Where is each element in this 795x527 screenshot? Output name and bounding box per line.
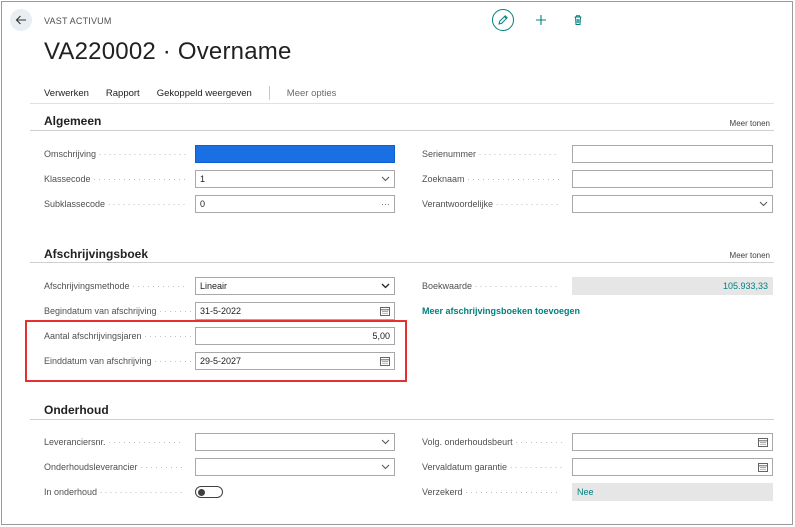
verzekerd-value[interactable]: Nee — [572, 483, 773, 501]
omschrijving-input[interactable] — [195, 145, 395, 163]
plus-icon — [536, 15, 546, 25]
label-serienummer: Serienummer ················ — [422, 149, 559, 159]
section-title-depreciation[interactable]: Afschrijvingsboek — [44, 247, 148, 261]
highlight-box — [25, 320, 407, 382]
section-divider-maintenance — [30, 419, 774, 420]
onderhoudsleverancier-select[interactable] — [195, 458, 395, 476]
volg-onderhoudsbeurt-input[interactable] — [572, 433, 773, 451]
edit-button[interactable] — [492, 9, 514, 31]
add-button[interactable] — [530, 9, 552, 31]
back-button[interactable] — [10, 9, 32, 31]
verantwoordelijke-select[interactable] — [572, 195, 773, 213]
page-title: VA220002 · Overname — [44, 38, 292, 65]
leveranciersnr-select[interactable] — [195, 433, 395, 451]
entity-type-label: VAST ACTIVUM — [44, 16, 112, 26]
label-leveranciersnr: Leveranciersnr. ··············· — [44, 437, 184, 447]
boekwaarde-value[interactable]: 105.933,33 — [572, 277, 773, 295]
chevron-down-icon — [376, 439, 390, 445]
afschrijvingsmethode-select[interactable]: Lineair — [195, 277, 395, 295]
label-verantwoordelijke: Verantwoordelijke ············· — [422, 199, 561, 209]
action-bar: Verwerken Rapport Gekoppeld weergeven Me… — [44, 86, 336, 100]
ellipsis-icon[interactable]: ··· — [376, 199, 390, 209]
serienummer-input[interactable] — [572, 145, 773, 163]
chevron-down-icon — [376, 464, 390, 470]
action-more-options[interactable]: Meer opties — [287, 88, 337, 99]
label-boekwaarde: Boekwaarde ················· — [422, 281, 560, 291]
label-klassecode: Klassecode ··················· — [44, 174, 188, 184]
action-verwerken[interactable]: Verwerken — [44, 88, 89, 99]
section-title-maintenance[interactable]: Onderhoud — [44, 403, 109, 417]
show-more-general[interactable]: Meer tonen — [730, 119, 770, 128]
pencil-icon — [498, 15, 508, 25]
vervaldatum-garantie-input[interactable] — [572, 458, 773, 476]
begindatum-input[interactable]: 31-5-2022 — [195, 302, 395, 320]
action-rapport[interactable]: Rapport — [106, 88, 140, 99]
toggle-knob — [198, 488, 205, 496]
label-vervaldatum-garantie: Vervaldatum garantie ··········· — [422, 462, 565, 472]
label-afschrijvingsmethode: Afschrijvingsmethode ··········· — [44, 281, 188, 291]
section-title-general[interactable]: Algemeen — [44, 114, 101, 128]
label-omschrijving: Omschrijving ·················· — [44, 149, 189, 159]
zoeknaam-input[interactable] — [572, 170, 773, 188]
label-verzekerd: Verzekerd ··················· — [422, 487, 560, 497]
in-onderhoud-toggle[interactable] — [195, 486, 223, 498]
calendar-icon[interactable] — [754, 462, 768, 472]
section-divider-depreciation — [30, 262, 774, 263]
label-zoeknaam: Zoeknaam ··················· — [422, 174, 562, 184]
chevron-down-icon — [376, 176, 390, 182]
label-volg-onderhoudsbeurt: Volg. onderhoudsbeurt ·········· — [422, 437, 566, 447]
chevron-down-icon — [376, 283, 390, 289]
action-gekoppeld-weergeven[interactable]: Gekoppeld weergeven — [157, 88, 252, 99]
calendar-icon[interactable] — [376, 306, 390, 316]
show-more-depreciation[interactable]: Meer tonen — [730, 251, 770, 260]
label-begindatum: Begindatum van afschrijving ······· — [44, 306, 192, 316]
action-separator — [268, 86, 270, 100]
label-subklassecode: Subklassecode ················ — [44, 199, 188, 209]
trash-icon — [574, 15, 582, 25]
add-depreciation-books-link[interactable]: Meer afschrijvingsboeken toevoegen — [422, 306, 580, 316]
actionbar-divider — [30, 103, 774, 104]
page-frame: VAST ACTIVUM VA220002 · Overname Verwerk… — [1, 1, 793, 525]
label-onderhoudsleverancier: Onderhoudsleverancier ········· — [44, 462, 186, 472]
subklassecode-lookup[interactable]: 0 ··· — [195, 195, 395, 213]
label-in-onderhoud: In onderhoud ················· — [44, 487, 185, 497]
chevron-down-icon — [754, 201, 768, 207]
calendar-icon[interactable] — [754, 437, 768, 447]
section-divider-general — [30, 130, 774, 131]
back-arrow-icon — [15, 15, 26, 25]
delete-button[interactable] — [567, 9, 589, 31]
klassecode-select[interactable]: 1 — [195, 170, 395, 188]
